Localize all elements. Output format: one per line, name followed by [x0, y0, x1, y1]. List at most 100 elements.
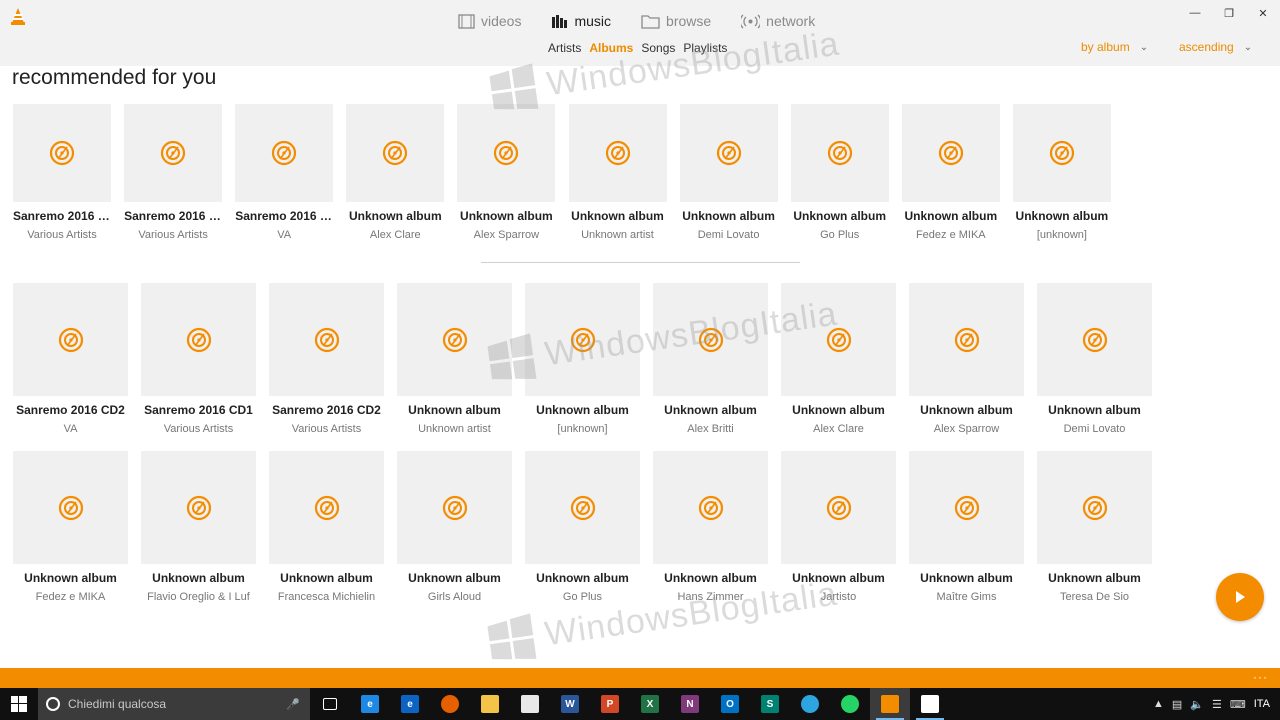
album-tile[interactable]: Unknown album Unknown artist [397, 283, 512, 435]
album-tile[interactable]: Unknown album Go Plus [790, 104, 889, 241]
album-cover[interactable] [901, 104, 1000, 202]
taskbar-app[interactable]: P [590, 688, 630, 720]
album-tile[interactable]: Unknown album Alex Britti [653, 283, 768, 435]
album-tile[interactable]: Unknown album [unknown] [525, 283, 640, 435]
album-cover[interactable] [13, 104, 111, 202]
album-cover[interactable] [141, 451, 256, 564]
taskbar-app[interactable]: X [630, 688, 670, 720]
notification-icon[interactable]: ☰ [1212, 698, 1222, 711]
album-cover[interactable] [397, 451, 512, 564]
language-indicator[interactable]: ITA [1254, 698, 1270, 710]
album-cover[interactable] [653, 283, 768, 396]
album-cover[interactable] [269, 451, 384, 564]
album-cover[interactable] [1037, 451, 1152, 564]
tab-music[interactable]: music [551, 10, 611, 32]
album-cover[interactable] [909, 283, 1024, 396]
album-tile[interactable]: Sanremo 2016 CD2 Various Artists [269, 283, 384, 435]
album-cover[interactable] [141, 283, 256, 396]
album-tile[interactable]: Unknown album Girls Aloud [397, 451, 512, 603]
sort-by-dropdown[interactable]: by album ⌄ [1073, 34, 1159, 60]
album-cover[interactable] [235, 104, 334, 202]
sort-order-dropdown[interactable]: ascending ⌄ [1171, 34, 1257, 60]
album-cover[interactable] [781, 283, 896, 396]
taskbar-app[interactable] [910, 688, 950, 720]
album-cover[interactable] [1012, 104, 1111, 202]
album-tile[interactable]: Unknown album Unknown artist [568, 104, 667, 241]
album-tile[interactable]: Unknown album Go Plus [525, 451, 640, 603]
microphone-icon[interactable]: 🎤 [286, 698, 300, 711]
album-tile[interactable]: Unknown album Jartisto [781, 451, 896, 603]
album-tile[interactable]: Sanremo 2016 CD1 Various Artists [141, 283, 256, 435]
album-tile[interactable]: Unknown album Alex Clare [346, 104, 445, 241]
album-cover[interactable] [13, 451, 128, 564]
tab-network[interactable]: network [741, 10, 815, 32]
tab-videos[interactable]: videos [458, 10, 521, 32]
taskbar-app[interactable] [870, 688, 910, 720]
taskbar-app[interactable] [790, 688, 830, 720]
album-cover[interactable] [790, 104, 889, 202]
album-tile[interactable]: Unknown album Alex Sparrow [909, 283, 1024, 435]
taskbar-app[interactable]: O [710, 688, 750, 720]
cortana-search-box[interactable]: Chiedimi qualcosa 🎤 [38, 688, 310, 720]
album-cover[interactable] [1037, 283, 1152, 396]
album-cover[interactable] [909, 451, 1024, 564]
album-cover[interactable] [525, 451, 640, 564]
album-title: Sanremo 2016 CD1 [144, 403, 253, 417]
album-disc-icon [716, 140, 741, 166]
network-tray-icon[interactable]: ▤ [1172, 698, 1182, 711]
album-cover[interactable] [269, 283, 384, 396]
subtab-artists[interactable]: Artists [548, 41, 581, 55]
album-tile[interactable]: Unknown album Fedez e MIKA [901, 104, 1000, 241]
minimize-button[interactable]: — [1178, 0, 1212, 26]
album-cover[interactable] [568, 104, 667, 202]
album-tile[interactable]: Unknown album Demi Lovato [1037, 283, 1152, 435]
close-button[interactable]: ✕ [1246, 0, 1280, 26]
album-cover[interactable] [679, 104, 778, 202]
album-cover[interactable] [457, 104, 556, 202]
album-tile[interactable]: Sanremo 2016 C... Various Artists [13, 104, 111, 241]
album-tile[interactable]: Unknown album Alex Sparrow [457, 104, 556, 241]
more-options-icon[interactable]: ··· [1253, 670, 1268, 684]
album-tile[interactable]: Unknown album Hans Zimmer [653, 451, 768, 603]
album-cover[interactable] [13, 283, 128, 396]
taskbar-app[interactable] [510, 688, 550, 720]
tab-browse[interactable]: browse [641, 10, 711, 32]
album-tile[interactable]: Unknown album Demi Lovato [679, 104, 778, 241]
taskbar-app[interactable] [830, 688, 870, 720]
album-cover[interactable] [397, 283, 512, 396]
taskbar-app[interactable]: e [350, 688, 390, 720]
album-tile[interactable]: Unknown album Maître Gims [909, 451, 1024, 603]
people-icon[interactable]: ▲ [1153, 698, 1164, 710]
taskbar-app[interactable] [470, 688, 510, 720]
album-tile[interactable]: Sanremo 2016 C... VA [235, 104, 334, 241]
taskbar-app[interactable] [430, 688, 470, 720]
start-button[interactable] [0, 688, 38, 720]
mini-player-bar[interactable]: ··· [0, 668, 1280, 688]
taskbar-app[interactable]: N [670, 688, 710, 720]
album-tile[interactable]: Unknown album Alex Clare [781, 283, 896, 435]
album-cover[interactable] [124, 104, 223, 202]
album-tile[interactable]: Unknown album Flavio Oreglio & I Luf [141, 451, 256, 603]
subtab-songs[interactable]: Songs [641, 41, 675, 55]
album-tile[interactable]: Unknown album [unknown] [1012, 104, 1111, 241]
album-cover[interactable] [346, 104, 445, 202]
window-controls: — ❐ ✕ [1178, 0, 1280, 26]
volume-muted-icon[interactable]: 🔈 [1190, 698, 1204, 711]
album-cover[interactable] [781, 451, 896, 564]
album-cover[interactable] [525, 283, 640, 396]
album-tile[interactable]: Unknown album Fedez e MIKA [13, 451, 128, 603]
album-tile[interactable]: Unknown album Teresa De Sio [1037, 451, 1152, 603]
keyboard-icon[interactable]: ⌨ [1230, 698, 1246, 711]
album-cover[interactable] [653, 451, 768, 564]
taskbar-app[interactable] [310, 688, 350, 720]
taskbar-app[interactable]: W [550, 688, 590, 720]
album-tile[interactable]: Sanremo 2016 CD2 VA [13, 283, 128, 435]
taskbar-app[interactable]: S [750, 688, 790, 720]
subtab-albums[interactable]: Albums [589, 41, 633, 55]
taskbar-app[interactable]: e [390, 688, 430, 720]
subtab-playlists[interactable]: Playlists [683, 41, 727, 55]
play-all-button[interactable] [1216, 573, 1264, 621]
album-tile[interactable]: Unknown album Francesca Michielin [269, 451, 384, 603]
album-tile[interactable]: Sanremo 2016 C... Various Artists [124, 104, 223, 241]
maximize-button[interactable]: ❐ [1212, 0, 1246, 26]
